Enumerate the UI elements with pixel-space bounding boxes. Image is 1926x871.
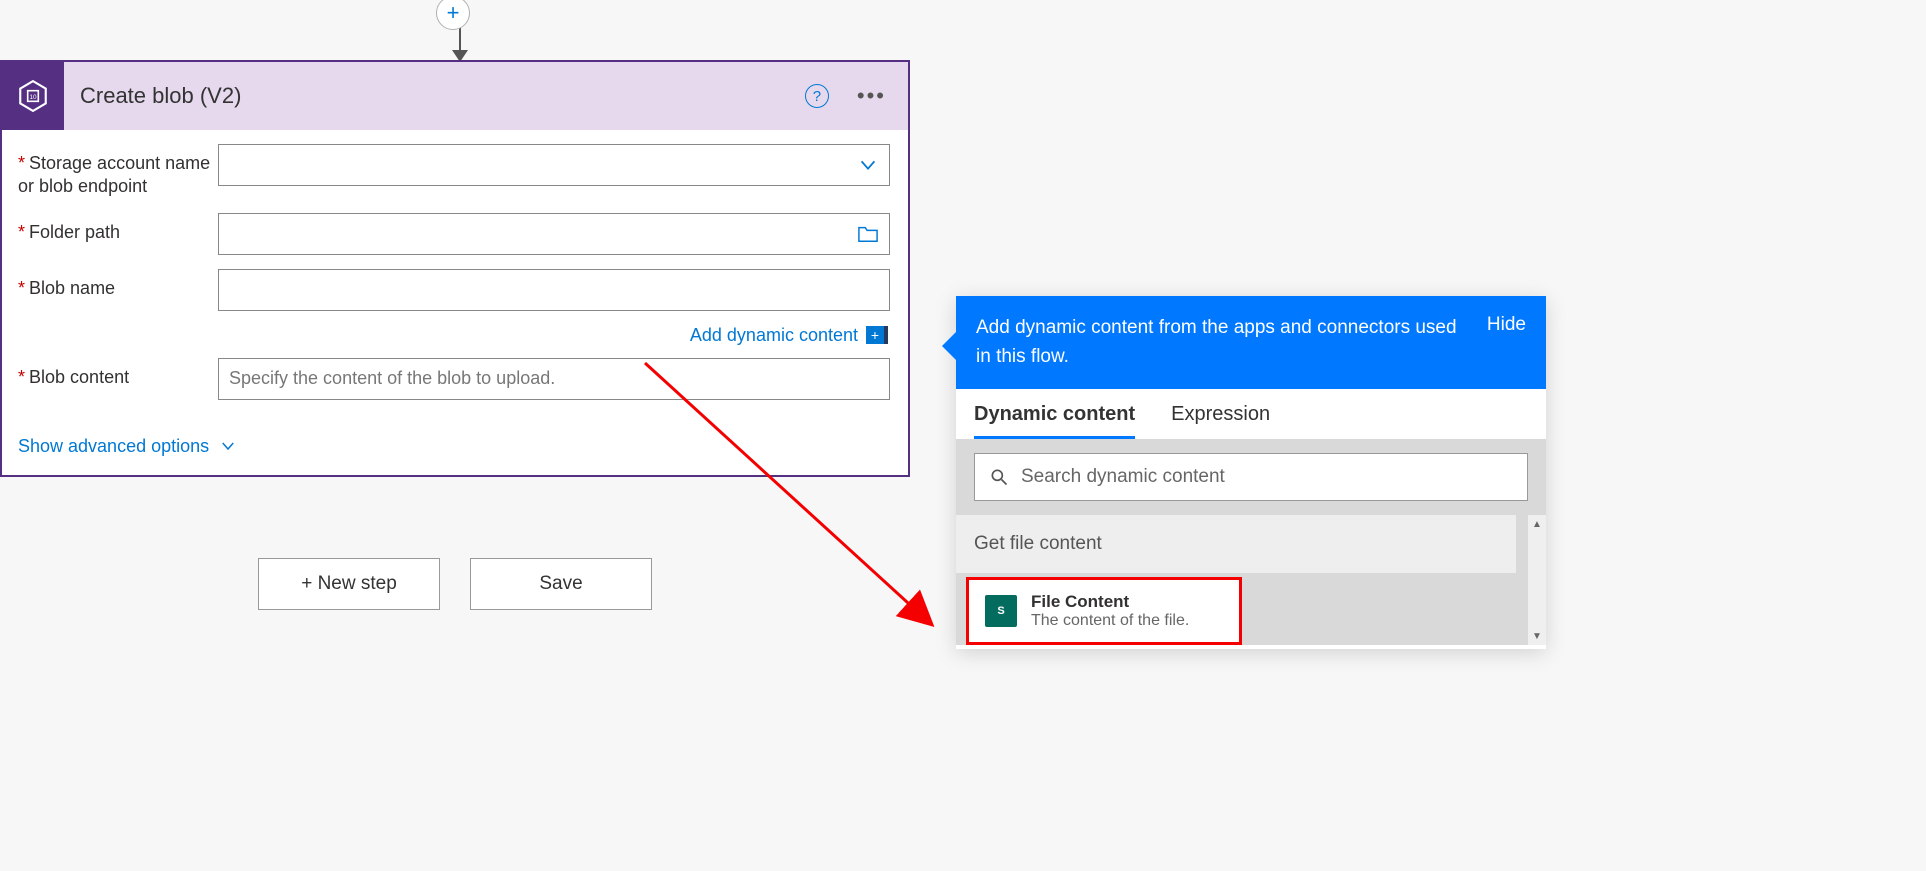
- dynamic-content-item-desc: The content of the file.: [1031, 612, 1189, 630]
- dynamic-content-popup: Add dynamic content from the apps and co…: [956, 296, 1546, 649]
- help-icon[interactable]: ?: [805, 84, 829, 108]
- popup-caret: [942, 332, 956, 360]
- label-storage-account: *Storage account name or blob endpoint: [18, 144, 218, 199]
- action-card-header[interactable]: 10 Create blob (V2) ? •••: [2, 62, 908, 130]
- search-icon: [989, 467, 1009, 487]
- plus-icon: +: [447, 0, 460, 26]
- blob-name-input[interactable]: [218, 269, 890, 311]
- popup-scrollbar[interactable]: ▲ ▼: [1528, 515, 1546, 645]
- svg-text:10: 10: [29, 94, 37, 101]
- add-dynamic-content-link[interactable]: Add dynamic content: [690, 325, 858, 346]
- action-title: Create blob (V2): [64, 83, 805, 109]
- scroll-up-icon[interactable]: ▲: [1528, 515, 1546, 533]
- folder-path-input[interactable]: [218, 213, 890, 255]
- dynamic-content-item-file-content[interactable]: S File Content The content of the file.: [966, 577, 1242, 645]
- blob-storage-icon: 10: [2, 62, 64, 130]
- save-button[interactable]: Save: [470, 558, 652, 610]
- chevron-down-icon: [857, 154, 879, 176]
- new-step-button[interactable]: + New step: [258, 558, 440, 610]
- tab-expression[interactable]: Expression: [1171, 403, 1270, 439]
- dynamic-content-group-title: Get file content: [956, 515, 1516, 573]
- sharepoint-icon: S: [985, 595, 1017, 627]
- blob-content-input[interactable]: Specify the content of the blob to uploa…: [218, 358, 890, 400]
- more-icon[interactable]: •••: [857, 85, 886, 107]
- popup-header-text: Add dynamic content from the apps and co…: [976, 314, 1467, 371]
- show-advanced-options-link[interactable]: Show advanced options: [18, 436, 890, 457]
- storage-account-dropdown[interactable]: [218, 144, 890, 186]
- dynamic-content-item-title: File Content: [1031, 592, 1189, 612]
- label-folder-path: *Folder path: [18, 213, 218, 244]
- tab-dynamic-content[interactable]: Dynamic content: [974, 403, 1135, 439]
- label-blob-name: *Blob name: [18, 269, 218, 300]
- add-dynamic-content-icon[interactable]: +: [866, 326, 888, 344]
- dynamic-content-search-input[interactable]: Search dynamic content: [974, 453, 1528, 501]
- label-blob-content: *Blob content: [18, 358, 218, 389]
- scroll-down-icon[interactable]: ▼: [1528, 627, 1546, 645]
- chevron-down-icon: [219, 437, 237, 455]
- action-card-create-blob: 10 Create blob (V2) ? ••• *Storage accou…: [0, 60, 910, 477]
- folder-icon[interactable]: [857, 224, 879, 244]
- popup-hide-link[interactable]: Hide: [1487, 314, 1526, 336]
